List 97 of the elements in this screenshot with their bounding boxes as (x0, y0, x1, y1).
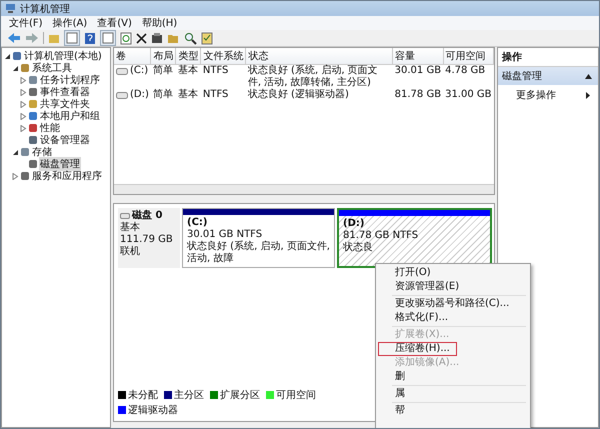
legend-label: 主分区 (174, 388, 204, 402)
collapsed-arrow-icon[interactable] (20, 124, 27, 132)
submenu-arrow-icon (586, 92, 590, 98)
tree-item[interactable]: 设备管理器 (39, 133, 91, 147)
menu-item[interactable]: 查看(V) (97, 16, 132, 30)
legend-label: 可用空间 (276, 388, 316, 402)
back-icon[interactable] (7, 32, 21, 44)
tree-node-icon (29, 160, 37, 168)
disk-status: 联机 (120, 246, 141, 258)
tree-node-icon (29, 76, 37, 84)
legend-label: 扩展分区 (220, 388, 260, 402)
window-title: 计算机管理 (20, 2, 70, 16)
drive-icon (116, 68, 128, 74)
tree-item[interactable]: 性能 (39, 121, 61, 135)
tree-item[interactable]: 磁盘管理 (39, 157, 81, 171)
partition-label: (C:) (187, 217, 208, 229)
horizontal-scrollbar[interactable] (114, 184, 494, 194)
action-link[interactable]: 更多操作 (516, 88, 556, 102)
expanded-arrow-icon[interactable] (4, 52, 11, 60)
table-cell: NTFS (202, 89, 228, 100)
column-header[interactable]: 状态 (246, 48, 393, 64)
menu-item[interactable]: 压缩卷(H)... (378, 342, 457, 356)
tree-node-icon (21, 172, 29, 180)
tree-node-icon (29, 136, 37, 144)
tree-item[interactable]: 服务和应用程序 (31, 169, 103, 183)
computer-icon (5, 3, 16, 14)
tree-node-icon (29, 100, 37, 108)
collapse-arrow-icon[interactable] (585, 74, 592, 78)
menu-item[interactable]: 文件(F) (9, 16, 43, 30)
tree-item[interactable]: 存储 (31, 145, 53, 159)
refresh-icon[interactable] (120, 32, 132, 44)
column-header[interactable]: 卷 (114, 48, 151, 64)
collapsed-arrow-icon[interactable] (20, 112, 27, 120)
table-cell: 基本 (178, 89, 198, 100)
legend-label: 未分配 (128, 388, 158, 402)
partition-size: 81.78 GB NTFS (343, 230, 420, 242)
column-header[interactable]: 类型 (176, 48, 201, 64)
column-header[interactable]: 布局 (150, 48, 176, 64)
column-header[interactable]: 文件系统 (200, 48, 246, 64)
legend-label: 逻辑驱动器 (128, 404, 178, 417)
menu-item[interactable]: 格式化(F)... (378, 311, 456, 325)
tree-item[interactable]: 任务计划程序 (39, 73, 101, 87)
expanded-arrow-icon[interactable] (12, 148, 19, 156)
tree-item[interactable]: 事件查看器 (39, 85, 91, 99)
table-cell: 4.78 GB (445, 65, 486, 76)
table-cell: 状态良好 (逻辑驱动器) (248, 89, 349, 100)
disk-size: 111.79 GB (120, 234, 174, 246)
menu-item[interactable]: 操作(A) (52, 16, 88, 30)
column-header[interactable]: 容量 (392, 48, 444, 64)
disk-type: 基本 (120, 222, 141, 234)
menu-item[interactable]: 属 (378, 387, 412, 401)
table-cell: 31.00 GB (445, 89, 492, 100)
table-cell: (D:) (130, 89, 149, 101)
menu-item[interactable]: 删 (378, 370, 412, 384)
tree-node-icon (29, 124, 37, 132)
menu-item[interactable]: 更改驱动器号和路径(C)... (378, 297, 516, 311)
partition-block[interactable]: (C:) 30.01 GB NTFS 状态良好 (系统, 启动, 页面文件, 活动, 故障 (182, 208, 335, 268)
table-cell: (C:) (130, 65, 148, 77)
tree-node-icon (29, 88, 37, 96)
table-cell: 30.01 GB (394, 65, 442, 76)
table-cell: NTFS (202, 65, 228, 76)
tree-node-icon (21, 148, 29, 156)
tree-item[interactable]: 本地用户和组 (39, 109, 101, 123)
tree-node-icon (13, 52, 21, 60)
tree-item[interactable]: 系统工具 (31, 61, 73, 75)
magnifier-icon[interactable] (184, 32, 197, 44)
drive-icon (116, 92, 128, 98)
table-cell: 81.78 GB (394, 89, 442, 100)
actions-section-header[interactable]: 磁盘管理 (498, 67, 598, 85)
table-cell: 基本 (178, 65, 198, 76)
column-header[interactable]: 可用空间 (443, 48, 494, 64)
menu-item[interactable]: 帮助(H) (142, 16, 178, 30)
collapsed-arrow-icon[interactable] (20, 88, 27, 96)
help-icon[interactable] (84, 32, 96, 44)
menu-item[interactable]: 打开(O) (378, 266, 438, 280)
collapsed-arrow-icon[interactable] (20, 100, 27, 108)
tree-node-icon (29, 112, 37, 120)
menu-item[interactable]: 帮 (378, 404, 412, 418)
tree-item[interactable]: 共享文件夹 (39, 97, 91, 111)
disk-name: 磁盘 0 (132, 210, 162, 222)
tree-node-icon (21, 64, 29, 72)
expanded-arrow-icon[interactable] (12, 64, 19, 72)
tree-item[interactable]: 计算机管理(本地) (23, 49, 103, 63)
menu-item[interactable]: 资源管理器(E) (378, 280, 466, 294)
partition-size: 30.01 GB NTFS (187, 229, 264, 240)
table-cell: 状态良好 (系统, 启动, 页面文件, 活动, 故障转储, 主分区) (248, 65, 378, 88)
checklist-icon[interactable] (201, 32, 213, 44)
section-label: 磁盘管理 (502, 70, 542, 83)
collapsed-arrow-icon[interactable] (20, 76, 27, 84)
delete-icon[interactable] (136, 32, 147, 44)
collapsed-arrow-icon[interactable] (12, 172, 19, 180)
partition-label: (D:) (343, 218, 366, 230)
partition-status: 状态良 (343, 242, 374, 254)
partition-block[interactable]: (D:) 81.78 GB NTFS 状态良 (337, 208, 492, 268)
table-cell: 简单 (152, 65, 173, 76)
table-cell: 简单 (152, 89, 173, 100)
partition-status: 状态良好 (系统, 启动, 页面文件, 活动, 故障 (187, 241, 330, 265)
